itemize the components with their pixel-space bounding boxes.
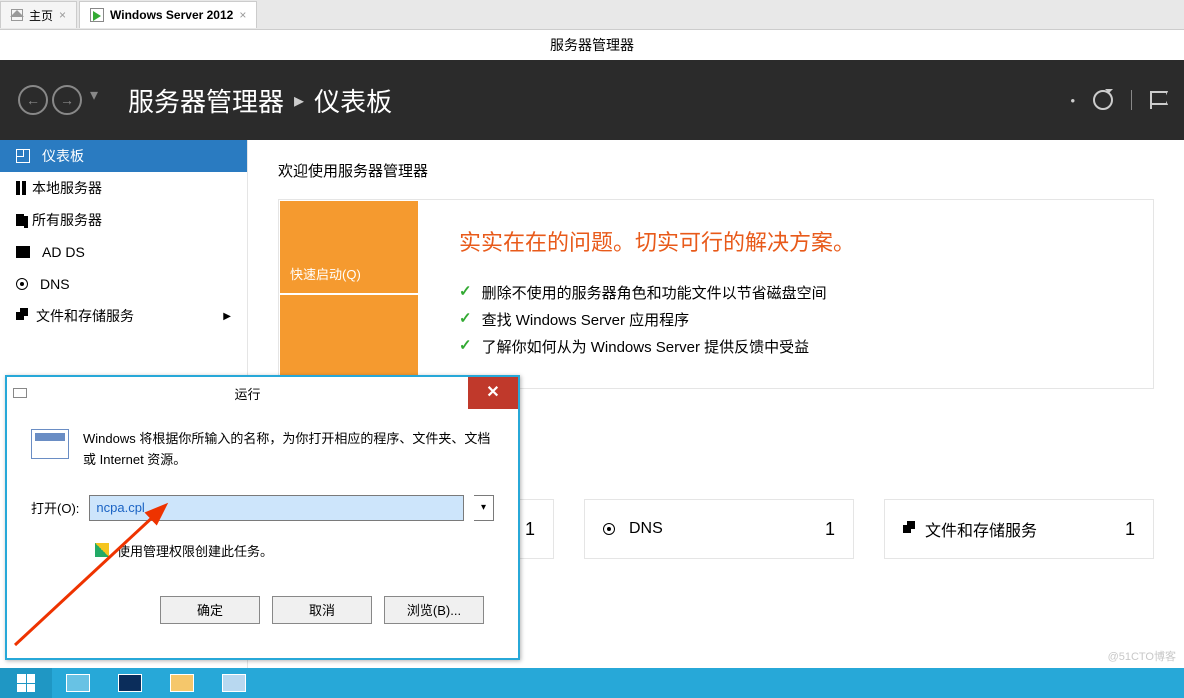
run-title-text: 运行 — [27, 384, 468, 403]
tab-home[interactable]: 主页 × — [0, 1, 77, 28]
dns-icon — [16, 278, 28, 290]
close-icon[interactable]: × — [239, 8, 246, 22]
sidebar-item-label: AD DS — [42, 244, 85, 260]
tab-current-label: Windows Server 2012 — [110, 8, 233, 22]
stat-tile-dns[interactable]: DNS 1 — [584, 499, 854, 559]
servers-icon — [16, 214, 20, 226]
sidebar-item-label: 本地服务器 — [32, 178, 102, 198]
breadcrumb-page[interactable]: 仪表板 — [314, 82, 392, 119]
sidebar-item-adds[interactable]: AD DS — [0, 236, 247, 268]
run-description: Windows 将根据你所输入的名称，为你打开相应的程序、文件夹、文档或 Int… — [83, 429, 494, 471]
open-label: 打开(O): — [31, 498, 79, 517]
browser-tabbar: 主页 × Windows Server 2012 × — [0, 0, 1184, 30]
sidebar-item-all-servers[interactable]: 所有服务器 — [0, 204, 247, 236]
check-icon: ✓ — [459, 336, 472, 357]
quick-start-label: 快速启动(Q) — [290, 264, 361, 283]
promo-panel: 快速启动(Q) 实实在在的问题。切实可行的解决方案。 ✓ 删除不使用的服务器角色和… — [278, 199, 1154, 389]
bullet-text[interactable]: 查找 Windows Server 应用程序 — [482, 309, 690, 330]
chevron-right-icon: ▸ — [294, 88, 304, 113]
sidebar-item-dns[interactable]: DNS — [0, 268, 247, 300]
stat-count: 1 — [825, 519, 835, 540]
promo-tile-2[interactable] — [279, 294, 419, 388]
back-button[interactable]: ← — [18, 85, 48, 115]
tab-home-label: 主页 — [29, 7, 53, 24]
taskbar-item-explorer[interactable] — [156, 668, 208, 698]
chevron-right-icon: ▶ — [223, 311, 231, 322]
run-input[interactable] — [89, 495, 464, 521]
run-app-icon — [13, 388, 27, 398]
admin-note: 使用管理权限创建此任务。 — [117, 541, 273, 560]
bullet-text[interactable]: 删除不使用的服务器角色和功能文件以节省磁盘空间 — [482, 282, 827, 303]
check-icon: ✓ — [459, 282, 472, 303]
taskbar-item-server-manager[interactable] — [52, 668, 104, 698]
watermark: @51CTO博客 — [1108, 648, 1176, 664]
sidebar-item-label: DNS — [40, 276, 70, 292]
stat-tile-files[interactable]: 文件和存储服务 1 — [884, 499, 1154, 559]
sidebar-item-local-server[interactable]: 本地服务器 — [0, 172, 247, 204]
tab-current[interactable]: Windows Server 2012 × — [79, 1, 257, 28]
cancel-button[interactable]: 取消 — [272, 596, 372, 624]
breadcrumb-root[interactable]: 服务器管理器 — [128, 82, 284, 119]
run-icon — [31, 429, 69, 459]
promo-headline: 实实在在的问题。切实可行的解决方案。 — [459, 225, 1113, 257]
stat-label: DNS — [629, 520, 663, 538]
bullet-text[interactable]: 了解你如何从为 Windows Server 提供反馈中受益 — [482, 336, 810, 357]
forward-button[interactable]: → — [52, 85, 82, 115]
start-button[interactable] — [0, 668, 52, 698]
flag-icon[interactable] — [1150, 91, 1166, 109]
server-icon — [90, 8, 104, 22]
stat-label: 文件和存储服务 — [925, 517, 1037, 541]
home-icon — [11, 9, 23, 21]
menu-dot[interactable]: • — [1070, 93, 1075, 108]
quick-start-tile[interactable]: 快速启动(Q) — [279, 200, 419, 294]
sidebar-item-label: 仪表板 — [42, 146, 84, 166]
welcome-heading: 欢迎使用服务器管理器 — [278, 160, 1154, 181]
run-titlebar[interactable]: 运行 ✕ — [7, 377, 518, 409]
sidebar-item-label: 文件和存储服务 — [36, 306, 134, 326]
dashboard-icon — [16, 149, 30, 163]
dns-icon — [603, 523, 615, 535]
header-bar: ← → ▾ 服务器管理器 ▸ 仪表板 • — [0, 60, 1184, 140]
dropdown-button[interactable]: ▾ — [474, 495, 494, 521]
ok-button[interactable]: 确定 — [160, 596, 260, 624]
browse-button[interactable]: 浏览(B)... — [384, 596, 484, 624]
stat-count: 1 — [1125, 519, 1135, 540]
run-dialog: 运行 ✕ Windows 将根据你所输入的名称，为你打开相应的程序、文件夹、文档… — [5, 375, 520, 660]
dropdown-icon[interactable]: ▾ — [90, 85, 98, 115]
close-icon[interactable]: × — [59, 8, 66, 22]
breadcrumb: 服务器管理器 ▸ 仪表板 — [128, 82, 392, 119]
check-icon: ✓ — [459, 309, 472, 330]
taskbar-item-window[interactable] — [208, 668, 260, 698]
separator — [1131, 90, 1132, 110]
files-icon — [16, 312, 24, 320]
taskbar-item-powershell[interactable] — [104, 668, 156, 698]
sidebar-item-label: 所有服务器 — [32, 210, 102, 230]
taskbar — [0, 668, 1184, 698]
refresh-icon[interactable] — [1093, 90, 1113, 110]
promo-bullets: ✓ 删除不使用的服务器角色和功能文件以节省磁盘空间 ✓ 查找 Windows Ser… — [459, 282, 1113, 357]
adds-icon — [16, 246, 30, 258]
sidebar-item-dashboard[interactable]: 仪表板 — [0, 140, 247, 172]
windows-logo-icon — [17, 674, 35, 692]
files-icon — [903, 525, 911, 533]
server-icon — [16, 181, 20, 195]
shield-icon — [95, 543, 109, 557]
stat-count: 1 — [525, 519, 535, 540]
window-title: 服务器管理器 — [0, 30, 1184, 60]
close-button[interactable]: ✕ — [468, 377, 518, 409]
sidebar-item-file-storage[interactable]: 文件和存储服务 ▶ — [0, 300, 247, 332]
